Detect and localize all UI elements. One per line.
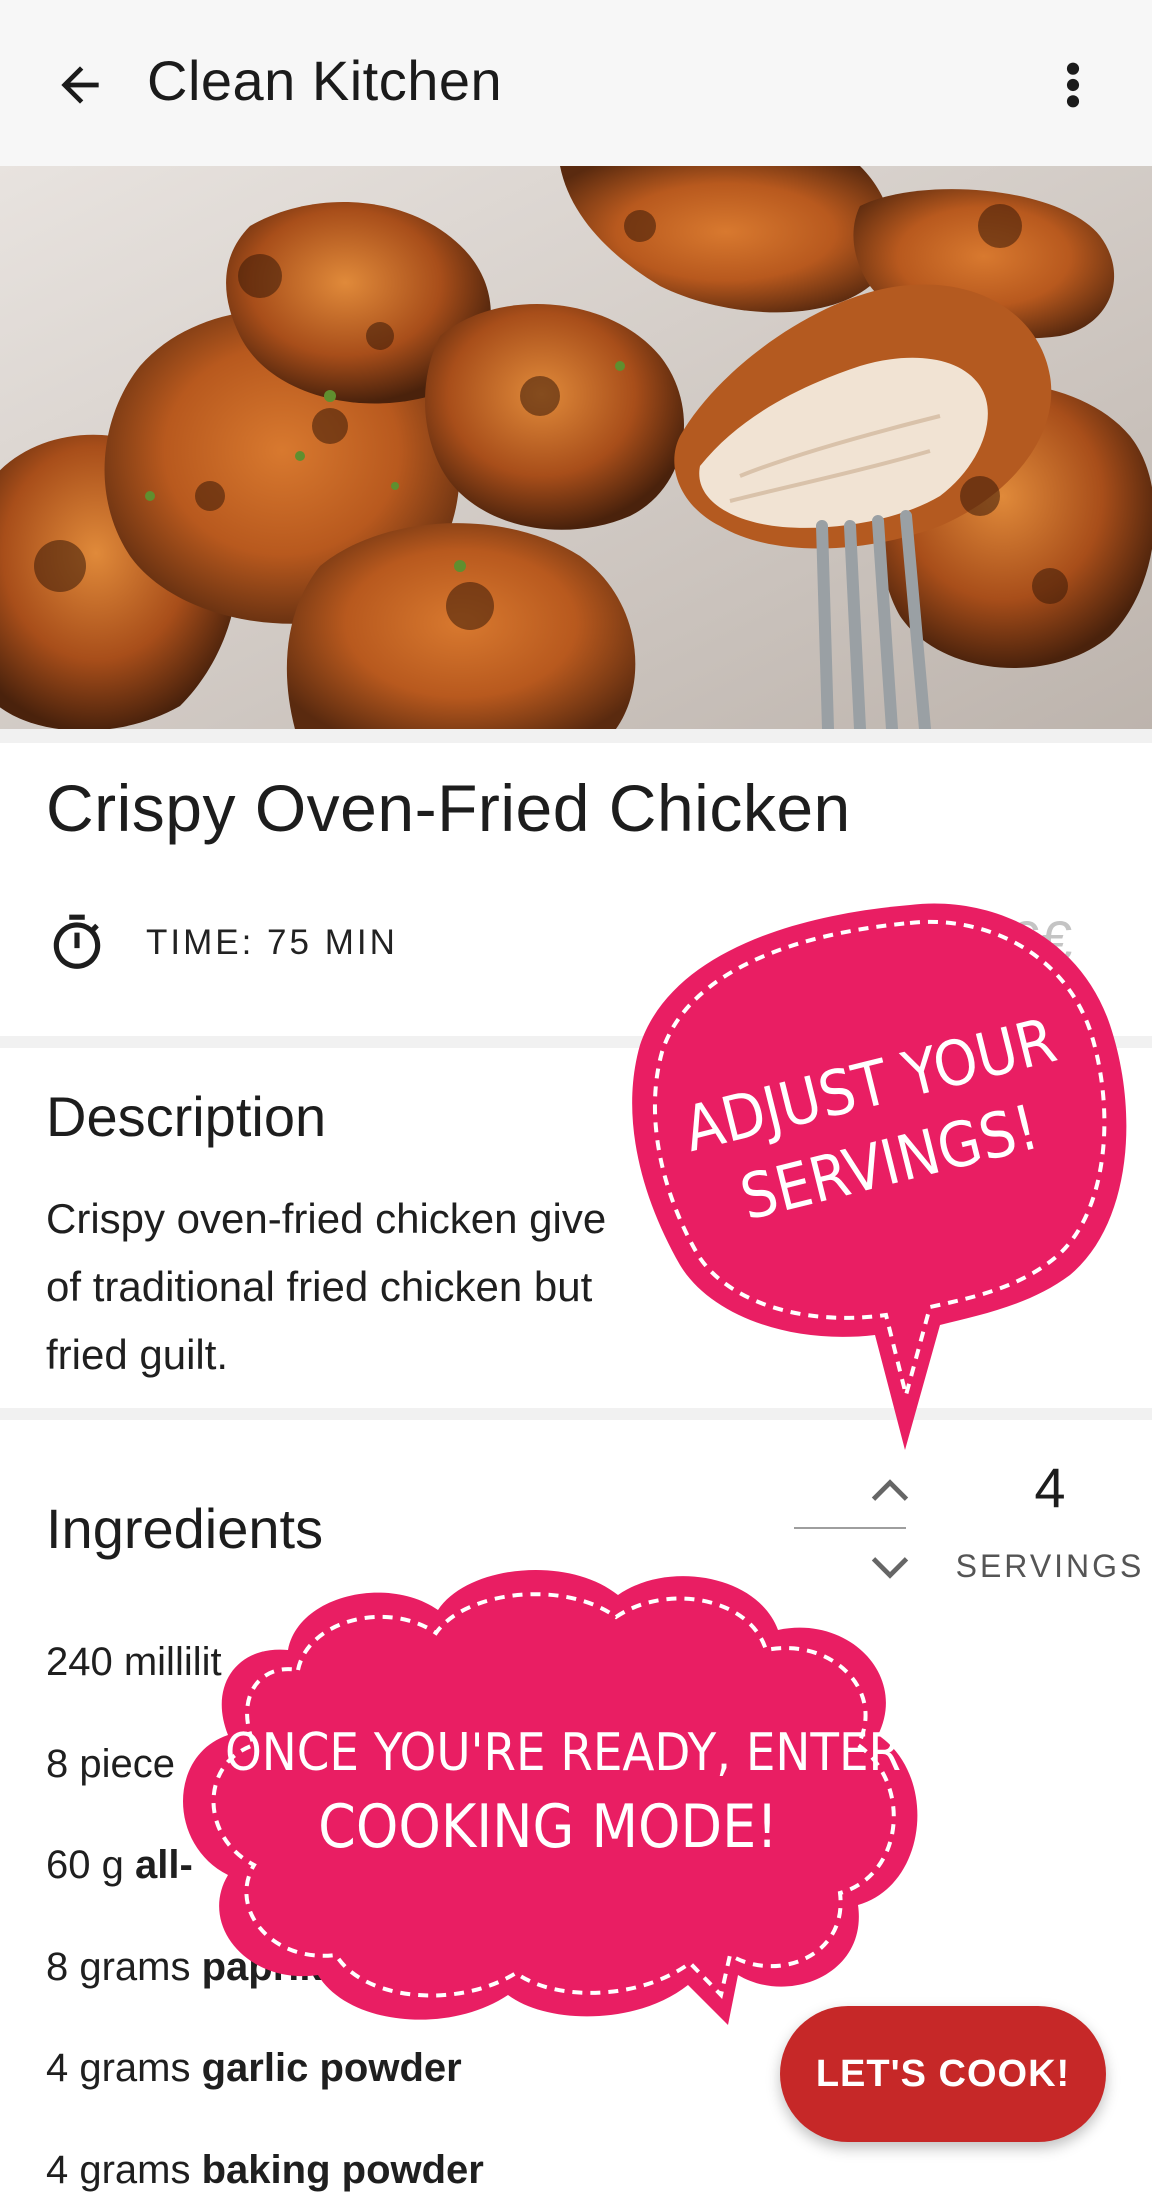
crispy-chicken-photo (0, 166, 1152, 729)
recipe-title: Crispy Oven-Fried Chicken (46, 771, 851, 845)
increase-servings-button[interactable] (830, 1465, 950, 1515)
servings-tip-bubble: ADJUST YOUR SERVINGS! (632, 903, 1127, 1450)
stepper-divider (794, 1527, 906, 1529)
app-title: Clean Kitchen (147, 49, 503, 112)
ingredients-heading: Ingredients (46, 1497, 324, 1560)
description-heading: Description (46, 1085, 327, 1148)
cooking-mode-tip-bubble: ONCE YOU'RE READY, ENTER COOKING MODE! (183, 1569, 918, 2025)
servings-count: 4 (1034, 1456, 1066, 1519)
more-vertical-icon (1066, 62, 1080, 108)
recipe-hero-image (0, 166, 1152, 729)
divider (0, 729, 1152, 743)
lets-cook-button[interactable]: LET'S COOK! (780, 2006, 1106, 2142)
back-button[interactable] (40, 50, 120, 120)
cooking-tip-line1: ONCE YOU'RE READY, ENTER (225, 1723, 901, 1783)
ingredient-item: 4 grams garlic powder (46, 2046, 462, 2090)
chevron-up-icon (871, 1479, 909, 1501)
cooking-tip-line2: COOKING MODE! (318, 1792, 778, 1862)
time-row: TIME: 75 MIN (46, 912, 398, 974)
cook-time-label: TIME: 75 MIN (146, 923, 398, 962)
ingredient-item: 4 grams baking powder (46, 2148, 484, 2192)
arrow-left-icon (61, 66, 99, 104)
ingredient-item: 8 piece (46, 1742, 175, 1786)
app-bar: Clean Kitchen (0, 0, 1152, 166)
more-options-button[interactable] (1040, 50, 1106, 120)
stopwatch-icon (53, 914, 101, 969)
servings-label: SERVINGS (955, 1548, 1145, 1584)
